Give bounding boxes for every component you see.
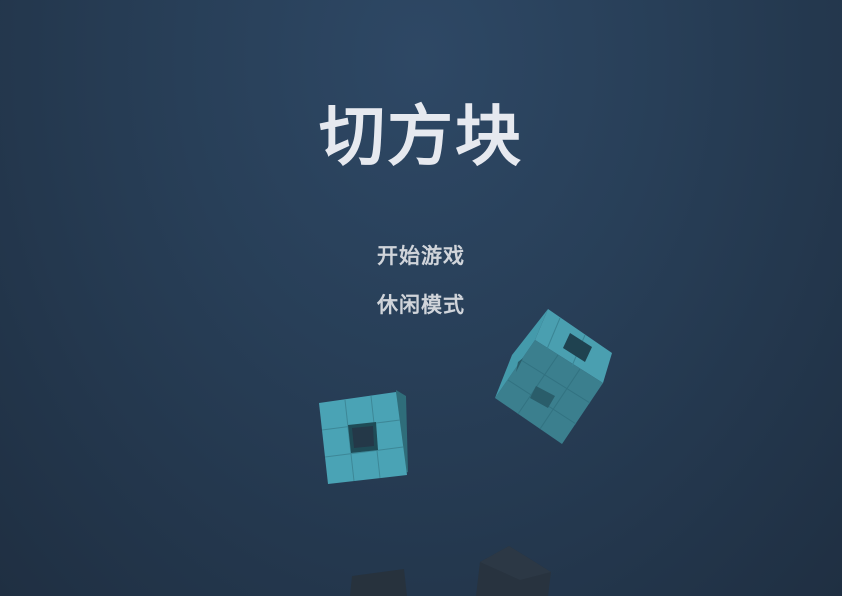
dark-cube-bottom-right bbox=[476, 546, 551, 596]
casual-mode-button[interactable]: 休闲模式 bbox=[0, 289, 842, 319]
floating-cube-left bbox=[319, 390, 408, 484]
dark-cube-bottom-left bbox=[350, 569, 407, 596]
floating-cube-right bbox=[495, 309, 612, 444]
start-game-button[interactable]: 开始游戏 bbox=[0, 240, 842, 270]
game-title: 切方块 bbox=[319, 97, 523, 175]
